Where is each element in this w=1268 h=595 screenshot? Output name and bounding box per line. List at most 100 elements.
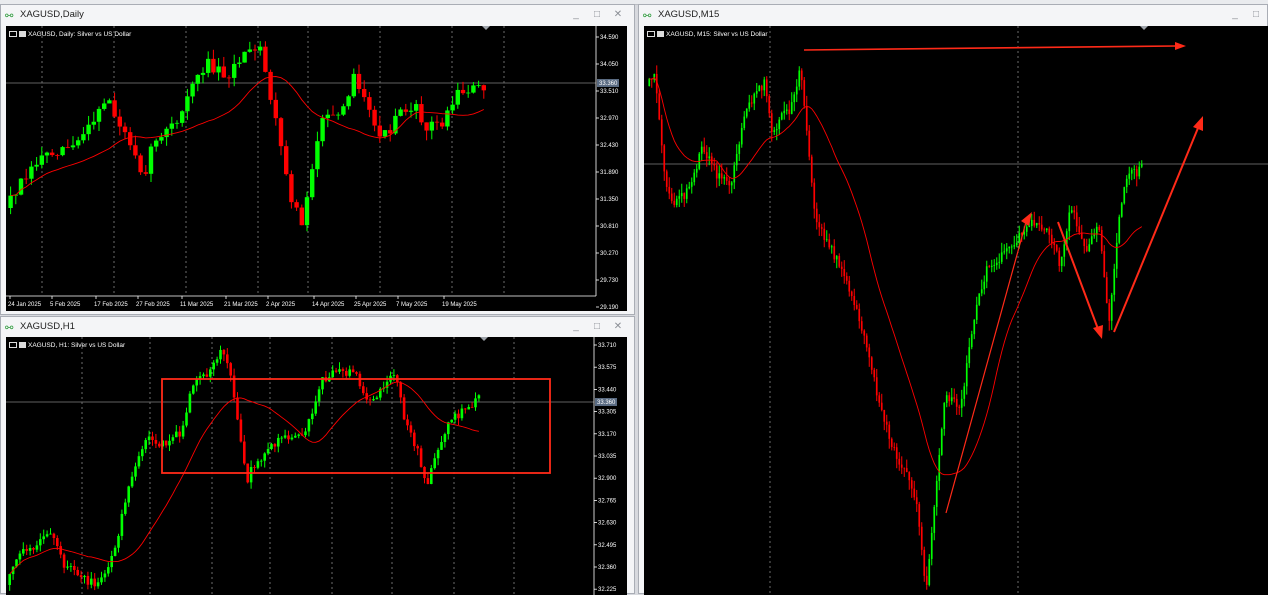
candle-body bbox=[808, 130, 811, 157]
candle-body bbox=[975, 304, 978, 320]
candle-body bbox=[294, 435, 297, 438]
candle-body bbox=[56, 538, 59, 547]
candle-body bbox=[237, 62, 242, 64]
candle-body bbox=[673, 200, 676, 206]
candle-body bbox=[34, 164, 39, 167]
date-label: 11 Mar 2025 bbox=[180, 302, 214, 308]
rising-trend-line bbox=[945, 221, 1027, 514]
candle-body bbox=[660, 119, 663, 146]
candle-body bbox=[1128, 173, 1131, 179]
chart-grid-icon bbox=[647, 31, 655, 38]
candle-body bbox=[42, 536, 45, 540]
window-titlebar[interactable]: ⚯ XAGUSD,M15 _ □ bbox=[639, 5, 1267, 24]
minimize-icon[interactable]: _ bbox=[566, 317, 586, 336]
candle-body bbox=[1018, 233, 1021, 243]
candle-body bbox=[243, 441, 246, 464]
resistance-arrow-line bbox=[803, 45, 1177, 51]
window-title: XAGUSD,H1 bbox=[20, 321, 75, 332]
candle-body bbox=[935, 480, 938, 507]
close-icon[interactable]: ✕ bbox=[608, 317, 628, 336]
candle-body bbox=[1040, 224, 1043, 230]
price-chart-h1[interactable]: 33.710 33.575 33.440 33.305 33.170 33.035 32.9… bbox=[6, 337, 627, 595]
candle-body bbox=[436, 449, 440, 459]
candle-body bbox=[705, 152, 708, 159]
candle-body bbox=[81, 134, 86, 141]
candle-body bbox=[795, 86, 798, 95]
candle-body bbox=[720, 173, 723, 179]
chart-window-daily[interactable]: ⚯ XAGUSD,Daily _ □ ✕ 34.590 34.050 33.510 3… bbox=[0, 4, 635, 315]
candle-body bbox=[443, 434, 447, 442]
candle-body bbox=[424, 122, 429, 131]
candle-body bbox=[273, 99, 278, 119]
date-label: 25 Apr 2025 bbox=[354, 302, 387, 308]
candle-body bbox=[96, 108, 102, 122]
candle-body bbox=[730, 182, 733, 186]
candle-body bbox=[120, 513, 124, 536]
candle-body bbox=[287, 435, 290, 440]
candle-body bbox=[69, 565, 73, 567]
price-label: 33.510 bbox=[600, 89, 619, 95]
candle-body bbox=[453, 413, 457, 420]
candle-body bbox=[76, 140, 81, 146]
close-icon[interactable]: ✕ bbox=[608, 5, 628, 24]
candle-body bbox=[273, 444, 277, 447]
candle-body bbox=[49, 533, 52, 535]
candle-body bbox=[229, 363, 232, 376]
window-titlebar[interactable]: ⚯ XAGUSD,H1 _ □ ✕ bbox=[1, 317, 634, 336]
minimize-icon[interactable]: _ bbox=[566, 5, 586, 24]
candle-body bbox=[943, 402, 946, 429]
window-titlebar[interactable]: ⚯ XAGUSD,Daily _ □ ✕ bbox=[1, 5, 634, 24]
candle-body bbox=[242, 51, 247, 63]
candle-body bbox=[304, 431, 307, 436]
candle-body bbox=[853, 296, 856, 306]
candle-body bbox=[398, 109, 403, 116]
candle-body bbox=[212, 362, 215, 370]
candle-body bbox=[723, 177, 726, 179]
candle-body bbox=[768, 96, 771, 114]
candle-body bbox=[695, 168, 698, 173]
chart-window-h1[interactable]: ⚯ XAGUSD,H1 _ □ ✕ 33.710 33.575 33.440 33.3… bbox=[0, 316, 635, 595]
price-chart-m15[interactable]: XAGUSD, M15: Silver vs US Dollar bbox=[644, 26, 1268, 595]
candle-body bbox=[1098, 226, 1101, 231]
candle-body bbox=[1055, 244, 1058, 251]
candle-body bbox=[65, 147, 70, 148]
candle-body bbox=[1125, 178, 1128, 188]
candle-body bbox=[725, 177, 728, 181]
price-label: 34.050 bbox=[600, 62, 619, 68]
candle-body bbox=[44, 152, 50, 156]
minimize-icon[interactable]: _ bbox=[1225, 5, 1245, 24]
candle-body bbox=[338, 369, 341, 372]
candle-body bbox=[403, 109, 408, 112]
maximize-icon[interactable]: □ bbox=[587, 5, 607, 24]
candle-body bbox=[928, 558, 931, 585]
maximize-icon[interactable]: □ bbox=[587, 317, 607, 336]
price-chart-daily[interactable]: 34.590 34.050 33.510 32.970 32.430 31.890 31.3… bbox=[6, 26, 627, 311]
candle-body bbox=[236, 397, 239, 420]
candle-body bbox=[253, 467, 256, 468]
candle-body bbox=[117, 535, 120, 548]
candle-body bbox=[249, 467, 253, 483]
candle-body bbox=[1110, 294, 1113, 321]
candle-body bbox=[920, 526, 923, 550]
candle-body bbox=[113, 547, 117, 556]
candle-body bbox=[399, 382, 402, 398]
candle-body bbox=[875, 377, 878, 396]
chart-window-m15[interactable]: ⚯ XAGUSD,M15 _ □ XAGUSD, M15: Silver vs … bbox=[638, 4, 1268, 595]
candle-body bbox=[430, 468, 433, 485]
candle-body bbox=[209, 369, 212, 377]
candle-body bbox=[28, 548, 32, 551]
candle-body bbox=[345, 370, 348, 376]
candle-body bbox=[918, 504, 921, 527]
price-label: 32.765 bbox=[598, 498, 617, 504]
candle-body bbox=[1078, 226, 1081, 233]
candle-body bbox=[137, 456, 141, 467]
candle-body bbox=[200, 72, 206, 75]
candle-body bbox=[788, 109, 791, 114]
candle-body bbox=[55, 155, 60, 156]
candle-body bbox=[185, 412, 188, 426]
maximize-icon[interactable]: □ bbox=[1246, 5, 1266, 24]
candle-body bbox=[375, 397, 379, 400]
candle-body bbox=[297, 434, 300, 436]
candle-body bbox=[307, 419, 311, 432]
candle-body bbox=[73, 565, 76, 570]
